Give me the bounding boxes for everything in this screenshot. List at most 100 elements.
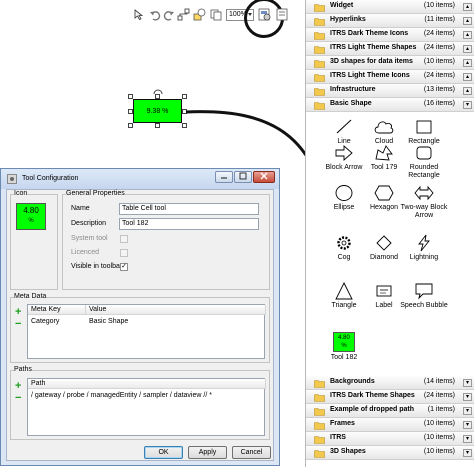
add-meta-button[interactable]: + bbox=[15, 307, 21, 318]
meta-data-title: Meta Data bbox=[14, 293, 47, 300]
tool-179-icon bbox=[375, 145, 393, 161]
palette-category[interactable]: 3D shapes for data items (10 items) ▴ bbox=[306, 56, 474, 70]
folder-icon bbox=[314, 380, 325, 388]
folder-icon bbox=[314, 450, 325, 458]
description-field[interactable]: Tool 182 bbox=[119, 218, 259, 230]
palette-category[interactable]: Hyperlinks (11 items) ▴ bbox=[306, 14, 474, 28]
apply-button[interactable]: Apply bbox=[188, 446, 227, 459]
icon-preview-unit: % bbox=[28, 218, 34, 224]
cloud-icon bbox=[374, 121, 394, 134]
scroll-down-icon[interactable]: ▾ bbox=[463, 379, 472, 387]
visible-in-toolbar-label: Visible in toolbar bbox=[71, 263, 123, 270]
dialog-client-area: Icon 4.80 % General Properties Name Tabl… bbox=[6, 189, 274, 461]
folder-icon bbox=[314, 46, 325, 54]
palette-category[interactable]: Example of dropped path (1 items) ▾ bbox=[306, 404, 474, 418]
meta-key-column-header[interactable]: Meta Key bbox=[28, 305, 86, 315]
system-tool-label: System tool bbox=[71, 235, 108, 242]
tool-icon-preview[interactable]: 4.80 % bbox=[16, 203, 46, 230]
palette-category[interactable]: ITRS Dark Theme Shapes (24 items) ▾ bbox=[306, 390, 474, 404]
shape-palette: Widget (10 items) ▴ Hyperlinks (11 items… bbox=[305, 0, 474, 467]
minimize-button[interactable] bbox=[215, 171, 233, 183]
two-way-block-arrow-icon bbox=[414, 185, 434, 201]
triangle-icon bbox=[335, 282, 353, 300]
check-mark-icon: ✓ bbox=[121, 263, 127, 270]
rounded-rectangle-icon bbox=[416, 146, 432, 160]
licenced-label: Licenced bbox=[71, 249, 100, 256]
scroll-down-icon[interactable]: ▾ bbox=[463, 449, 472, 457]
palette-category[interactable]: Infrastructure (13 items) ▴ bbox=[306, 84, 474, 98]
scroll-down-icon[interactable]: ▾ bbox=[463, 435, 472, 443]
meta-data-group: Meta Data + − Meta Key Value Category Ba… bbox=[10, 293, 270, 363]
tool-182-value: 4.80 bbox=[338, 335, 350, 341]
palette-category[interactable]: Widget (10 items) ▴ bbox=[306, 0, 474, 14]
scroll-up-icon[interactable]: ▴ bbox=[463, 31, 472, 39]
dialog-titlebar[interactable]: Tool Configuration bbox=[1, 169, 279, 189]
diamond-icon bbox=[376, 235, 392, 251]
ellipse-icon bbox=[335, 185, 353, 201]
palette-category-expanded[interactable]: Basic Shape (16 items) ▾ bbox=[306, 98, 474, 112]
add-path-button[interactable]: + bbox=[15, 381, 21, 392]
close-button[interactable] bbox=[253, 171, 275, 183]
folder-icon bbox=[314, 74, 325, 82]
folder-icon bbox=[314, 88, 325, 96]
paths-table[interactable]: Path / gateway / probe / managedEntity /… bbox=[27, 378, 266, 436]
path-cell[interactable]: / gateway / probe / managedEntity / samp… bbox=[31, 392, 212, 399]
rectangle-icon bbox=[416, 120, 432, 134]
paths-group: Paths + − Path / gateway / probe / manag… bbox=[10, 366, 270, 440]
tool-configuration-dialog: Tool Configuration Icon 4.80 % General P… bbox=[0, 168, 280, 466]
folder-icon bbox=[314, 32, 325, 40]
remove-path-button[interactable]: − bbox=[15, 393, 21, 404]
dialog-title: Tool Configuration bbox=[22, 175, 79, 182]
scroll-up-icon[interactable]: ▴ bbox=[463, 87, 472, 95]
palette-category[interactable]: ITRS Light Theme Shapes (24 items) ▴ bbox=[306, 42, 474, 56]
name-label: Name bbox=[71, 205, 90, 212]
value-column-header[interactable]: Value bbox=[86, 305, 266, 315]
visible-in-toolbar-checkbox[interactable]: ✓ bbox=[120, 263, 128, 271]
palette-category[interactable]: Frames (10 items) ▾ bbox=[306, 418, 474, 432]
minimize-icon bbox=[221, 177, 227, 179]
scroll-up-icon[interactable]: ▴ bbox=[463, 73, 472, 81]
cog-icon bbox=[337, 236, 351, 250]
maximize-icon bbox=[239, 172, 247, 180]
scroll-down-icon[interactable]: ▾ bbox=[463, 407, 472, 415]
scroll-up-icon[interactable]: ▴ bbox=[463, 45, 472, 53]
licenced-checkbox[interactable] bbox=[120, 249, 128, 257]
palette-shape-two-way-block-arrow[interactable]: Two-way Block Arrow bbox=[398, 184, 450, 240]
speech-bubble-icon bbox=[415, 283, 433, 300]
scroll-down-icon[interactable]: ▾ bbox=[463, 393, 472, 401]
palette-shape-tool-182[interactable]: 4.80 % Tool 182 bbox=[318, 332, 370, 362]
folder-open-icon bbox=[314, 102, 325, 110]
system-tool-checkbox[interactable] bbox=[120, 235, 128, 243]
palette-category[interactable]: 3D Shapes (10 items) ▾ bbox=[306, 446, 474, 460]
palette-category[interactable]: ITRS Light Theme Icons (24 items) ▴ bbox=[306, 70, 474, 84]
folder-icon bbox=[314, 18, 325, 26]
remove-meta-button[interactable]: − bbox=[15, 319, 21, 330]
palette-category[interactable]: Backgrounds (14 items) ▾ bbox=[306, 376, 474, 390]
scroll-down-icon[interactable]: ▾ bbox=[463, 421, 472, 429]
name-field[interactable]: Table Cell tool bbox=[119, 203, 259, 215]
scroll-down-icon[interactable]: ▾ bbox=[463, 101, 472, 109]
folder-icon bbox=[314, 422, 325, 430]
palette-category[interactable]: ITRS Dark Theme Icons (24 items) ▴ bbox=[306, 28, 474, 42]
scroll-up-icon[interactable]: ▴ bbox=[463, 3, 472, 11]
maximize-button[interactable] bbox=[234, 171, 252, 183]
palette-category[interactable]: ITRS (10 items) ▾ bbox=[306, 432, 474, 446]
icon-group-title: Icon bbox=[14, 190, 28, 197]
label-icon bbox=[376, 285, 392, 297]
close-icon bbox=[260, 172, 268, 180]
folder-icon bbox=[314, 408, 325, 416]
tool-182-icon: 4.80 % bbox=[333, 332, 355, 352]
cancel-button[interactable]: Cancel bbox=[232, 446, 271, 459]
folder-icon bbox=[314, 394, 325, 402]
block-arrow-icon bbox=[335, 145, 353, 161]
meta-data-table[interactable]: Meta Key Value Category Basic Shape bbox=[27, 304, 266, 359]
scroll-up-icon[interactable]: ▴ bbox=[463, 17, 472, 25]
icon-preview-value: 4.80 bbox=[23, 206, 39, 215]
palette-shape-speech-bubble[interactable]: Speech Bubble bbox=[398, 282, 450, 338]
paths-title: Paths bbox=[14, 366, 32, 373]
folder-icon bbox=[314, 60, 325, 68]
ok-button[interactable]: OK bbox=[144, 446, 183, 459]
path-column-header[interactable]: Path bbox=[28, 379, 266, 389]
meta-value-cell: Basic Shape bbox=[89, 318, 129, 325]
scroll-up-icon[interactable]: ▴ bbox=[463, 59, 472, 67]
